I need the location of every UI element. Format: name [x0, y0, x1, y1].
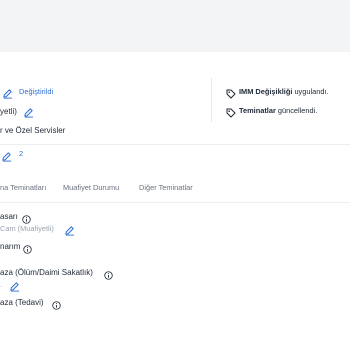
coverage-item-title: asarı: [0, 212, 18, 221]
pencil-icon[interactable]: [9, 278, 20, 296]
tag-icon: [226, 85, 236, 103]
changed-link[interactable]: Değiştirildi: [19, 87, 53, 96]
tabs-underline: [0, 202, 350, 203]
pencil-icon[interactable]: [64, 222, 75, 240]
coverage-item-title: aza (Tedavi): [0, 298, 44, 307]
top-header-bar: [0, 0, 350, 52]
section-divider: [0, 144, 350, 145]
tab-other-coverages[interactable]: Diğer Teminatlar: [139, 183, 193, 192]
coverage-item-sub: .: [0, 280, 3, 289]
tag-icon: [226, 104, 236, 122]
coverage-item-title: aza (Ölüm/Daimi Sakatlık): [0, 268, 93, 277]
info-icon[interactable]: [52, 297, 61, 315]
coverage-item-title: narım: [0, 242, 21, 251]
coverage-item-sub: Cam (Muafiyetli): [0, 224, 54, 233]
tab-deductible-status[interactable]: Muafiyet Durumu: [63, 183, 119, 192]
deductible-label: yetli): [0, 107, 17, 116]
services-label: r ve Özel Servisler: [0, 126, 66, 135]
pencil-icon[interactable]: [1, 148, 12, 166]
coverage-updated-message: Teminatlar güncellendi.: [239, 106, 318, 115]
tab-main-coverages[interactable]: na Teminatları: [0, 183, 46, 192]
pencil-icon[interactable]: [23, 104, 34, 122]
imm-change-message: IMM Değişikliği uygulandı.: [239, 87, 329, 96]
info-icon[interactable]: [23, 241, 32, 259]
pencil-icon[interactable]: [2, 85, 13, 103]
info-icon[interactable]: [104, 267, 113, 285]
count-badge[interactable]: 2: [19, 149, 23, 158]
column-divider: [211, 78, 212, 122]
